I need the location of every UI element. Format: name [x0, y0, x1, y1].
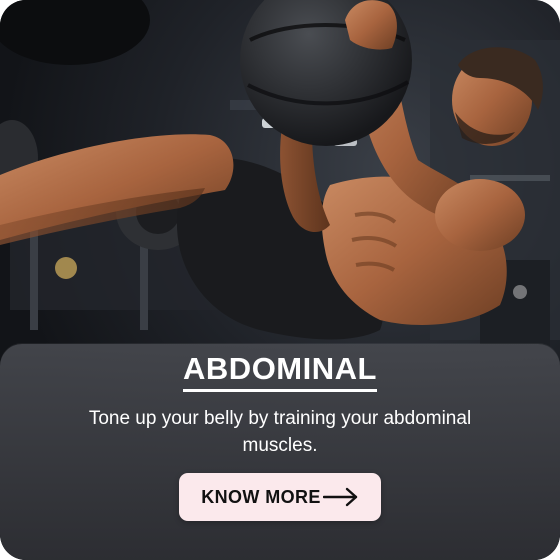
card-title-text: ABDOMINAL — [183, 350, 377, 392]
know-more-label: KNOW MORE — [201, 486, 321, 507]
card-title: ABDOMINAL — [0, 350, 560, 392]
arrow-right-icon — [322, 487, 357, 507]
card-description: Tone up your belly by training your abdo… — [88, 408, 472, 456]
know-more-button[interactable]: KNOW MORE — [179, 473, 381, 521]
program-card: ABDOMINAL Tone up your belly by training… — [0, 0, 560, 560]
